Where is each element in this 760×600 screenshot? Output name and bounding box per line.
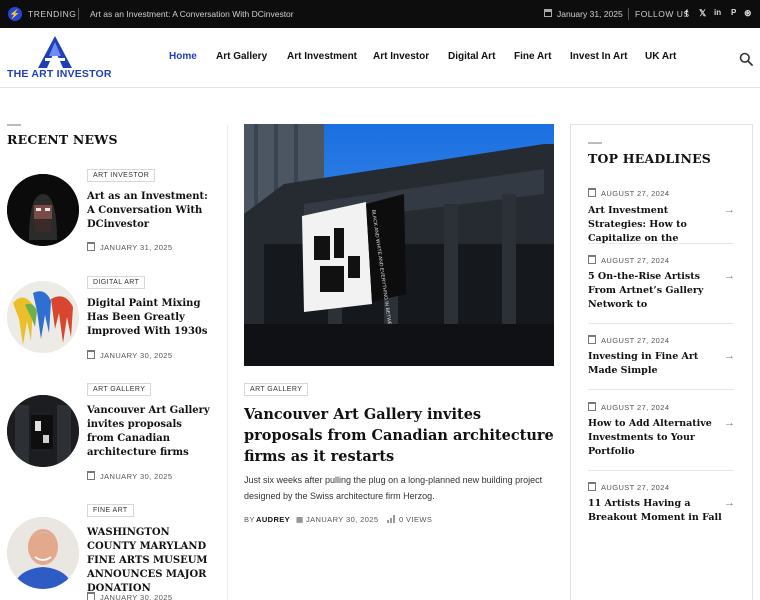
pinterest-icon[interactable]: P [731,8,736,17]
facebook-icon[interactable]: f [685,8,688,18]
headline-date: AUGUST 27, 2024 [588,402,669,412]
featured-article-title-link[interactable]: Vancouver Art Gallery invites proposals … [244,404,556,467]
logo-mark-icon[interactable] [38,36,72,68]
arrow-right-icon[interactable]: → [724,350,735,362]
divider [588,323,734,324]
category-tag[interactable]: ART GALLERY [87,383,152,396]
nav-art-investment[interactable]: Art Investment [287,51,357,62]
trending-label: TRENDING [28,9,77,19]
calendar-icon: ▦ [296,515,304,524]
featured-article-image[interactable]: BLACK AND WHITE AND EVERYTHING IN BETWEE… [244,124,554,366]
headline-date: AUGUST 27, 2024 [588,188,669,198]
calendar-icon [544,9,552,17]
article-title-link[interactable]: Vancouver Art Gallery invites proposals … [87,404,212,460]
article-title-link[interactable]: WASHINGTON COUNTY MARYLAND FINE ARTS MUS… [87,526,219,596]
site-logo-text[interactable]: THE ART INVESTOR [7,68,112,80]
top-bar: ⚡ TRENDING Art as an Investment: A Conve… [0,0,760,28]
article-date: JANUARY 30, 2025 [87,350,172,360]
headline-title-link[interactable]: How to Add Alternative Investments to Yo… [588,417,724,459]
arrow-right-icon[interactable]: → [724,270,735,282]
category-tag[interactable]: FINE ART [87,504,134,517]
section-accent [7,124,21,126]
nav-art-gallery[interactable]: Art Gallery [216,51,267,62]
trending-headline-link[interactable]: Art as an Investment: A Conversation Wit… [90,9,294,19]
thumbnail-image[interactable] [7,517,79,589]
article-title-link[interactable]: Art as an Investment: A Conversation Wit… [87,190,212,232]
nav-fine-art[interactable]: Fine Art [514,51,551,62]
views-icon [387,515,395,523]
lightning-icon: ⚡ [8,7,22,21]
author-link[interactable]: AUDREY [256,515,290,524]
nav-invest-in-art[interactable]: Invest In Art [570,51,627,62]
skype-icon[interactable]: ⊛ [744,8,752,19]
headline-title-link[interactable]: Art Investment Strategies: How to Capita… [588,204,724,246]
thumbnail-image[interactable] [7,281,79,353]
byline-label: BY [244,515,255,524]
headline-title-link[interactable]: 5 On-the-Rise Artists From Artnet’s Gall… [588,270,724,312]
linkedin-icon[interactable]: in [714,8,721,17]
divider [588,470,734,471]
article-date: JANUARY 30, 2025 [87,592,172,600]
x-twitter-icon[interactable]: 𝕏 [699,8,706,19]
category-tag[interactable]: DIGITAL ART [87,276,146,289]
divider [588,389,734,390]
arrow-right-icon[interactable]: → [724,417,735,429]
search-icon[interactable] [739,52,753,66]
nav-uk-art[interactable]: UK Art [645,51,676,62]
divider [78,8,79,20]
nav-home[interactable]: Home [169,51,197,62]
article-date: JANUARY 30, 2025 [306,515,379,524]
article-title-link[interactable]: Digital Paint Mixing Has Been Greatly Im… [87,297,212,339]
nav-art-investor[interactable]: Art Investor [373,51,429,62]
headline-title-link[interactable]: Investing in Fine Art Made Simple [588,350,724,378]
recent-news-heading: RECENT NEWS [7,132,118,147]
divider [588,243,734,244]
thumbnail-image[interactable] [7,174,79,246]
current-date: January 31, 2025 [557,9,623,19]
follow-us-label: FOLLOW US [635,9,690,19]
views-count: 0 VIEWS [399,515,433,524]
headline-date: AUGUST 27, 2024 [588,255,669,265]
featured-article-excerpt: Just six weeks after pulling the plug on… [244,475,543,501]
headline-title-link[interactable]: 11 Artists Having a Breakout Moment in F… [588,497,724,525]
top-headlines-heading: TOP HEADLINES [588,151,712,166]
thumbnail-image[interactable] [7,395,79,467]
arrow-right-icon[interactable]: → [724,204,735,216]
divider [628,8,629,20]
headline-date: AUGUST 27, 2024 [588,482,669,492]
article-date: JANUARY 31, 2025 [87,242,172,252]
arrow-right-icon[interactable]: → [724,497,735,509]
article-date: JANUARY 30, 2025 [87,471,172,481]
headline-date: AUGUST 27, 2024 [588,335,669,345]
header-divider [0,87,760,88]
column-divider [227,125,228,600]
section-accent [588,142,602,144]
category-tag[interactable]: ART INVESTOR [87,169,156,182]
category-tag[interactable]: ART GALLERY [244,383,309,396]
nav-digital-art[interactable]: Digital Art [448,51,495,62]
